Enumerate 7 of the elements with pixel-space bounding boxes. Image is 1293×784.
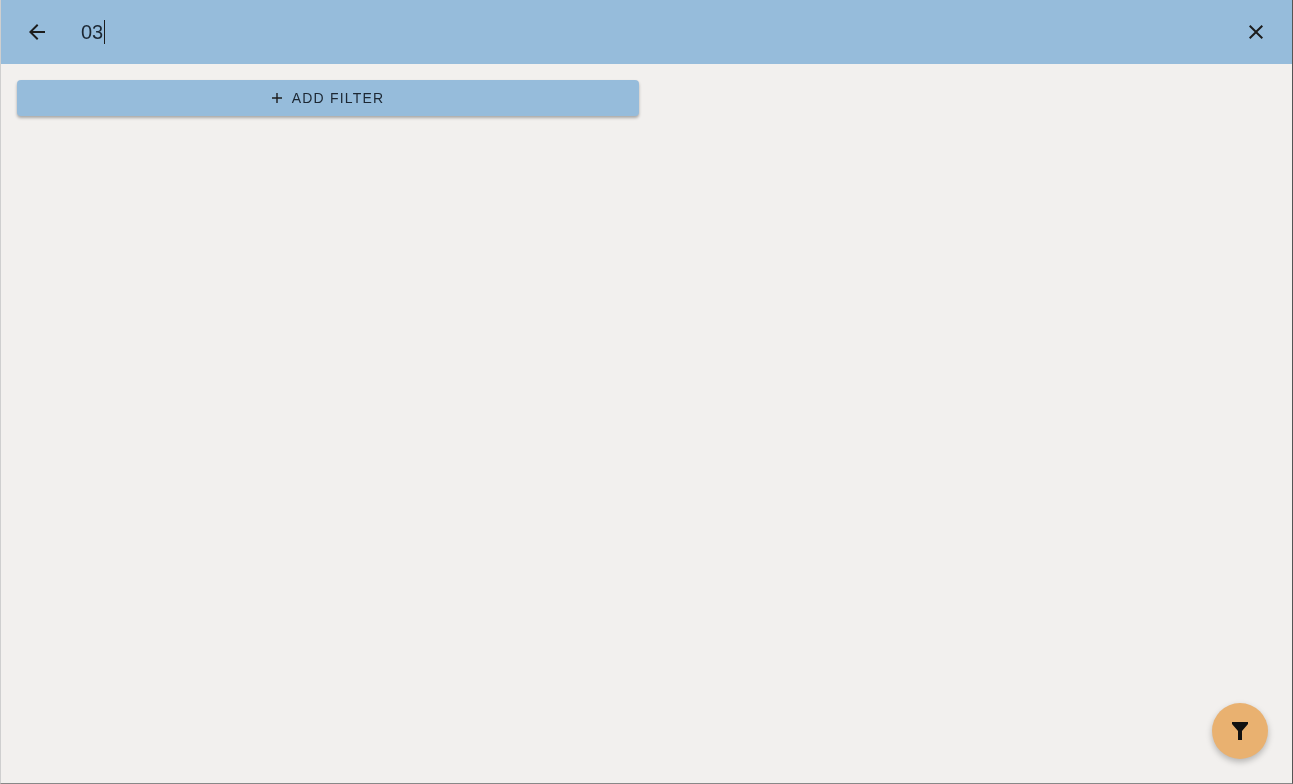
plus-icon [271, 93, 282, 103]
add-filter-button[interactable]: ADD FILTER [17, 80, 639, 116]
search-field[interactable]: 03 [81, 12, 1236, 52]
back-arrow-icon [29, 24, 45, 40]
filter-fab-button[interactable] [1212, 703, 1268, 759]
close-icon [1249, 25, 1263, 39]
funnel-icon [1232, 722, 1248, 740]
